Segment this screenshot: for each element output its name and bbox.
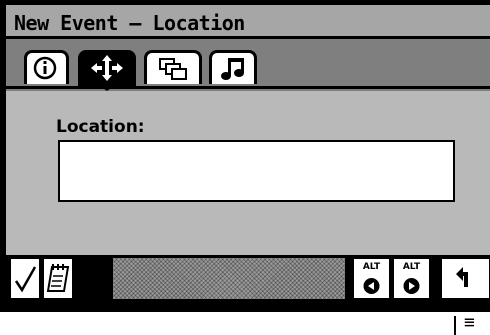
status-divider — [454, 316, 456, 335]
checkmark-icon — [14, 266, 37, 293]
notes-button[interactable] — [43, 258, 73, 299]
notepad-icon — [46, 264, 70, 292]
menu-lines-icon[interactable]: ≡ — [464, 312, 475, 334]
tab-strip — [6, 39, 490, 91]
tab-location[interactable] — [78, 50, 136, 91]
done-button[interactable] — [10, 258, 40, 299]
location-input[interactable] — [58, 140, 455, 202]
alt-next-button[interactable]: ALT — [393, 258, 430, 299]
alt-previous-button[interactable]: ALT — [353, 258, 390, 299]
back-button[interactable] — [441, 258, 490, 299]
location-label: Location: — [56, 117, 145, 137]
tab-info[interactable] — [24, 50, 69, 84]
alt-left-label: ALT — [362, 262, 381, 272]
title-bar: New Event – Location — [6, 5, 490, 39]
tab-windows[interactable] — [144, 50, 202, 84]
info-icon — [33, 56, 57, 80]
return-arrow-icon — [456, 267, 468, 287]
tab-strip-border — [6, 86, 490, 89]
windows-icon — [159, 58, 187, 80]
window-title: New Event – Location — [14, 11, 245, 35]
tab-music[interactable] — [209, 50, 257, 84]
alt-right-label: ALT — [402, 262, 421, 272]
toolbar-spacer — [113, 258, 345, 299]
music-note-icon — [221, 58, 244, 80]
status-bar — [0, 312, 490, 335]
